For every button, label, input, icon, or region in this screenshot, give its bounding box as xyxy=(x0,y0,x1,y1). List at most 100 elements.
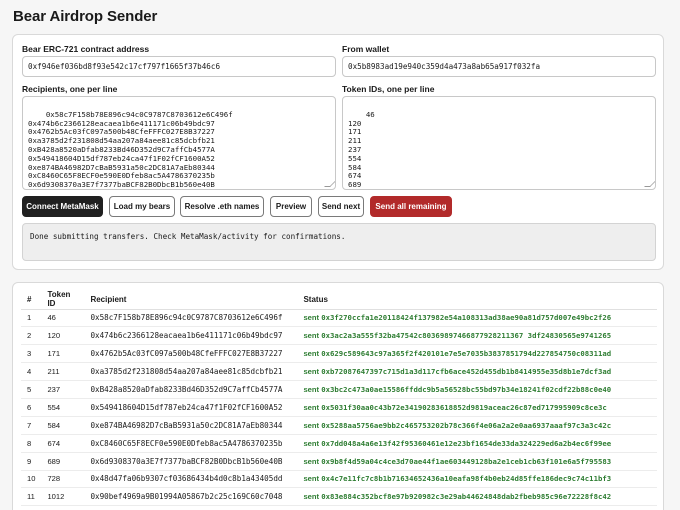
row-status: sent 0x83e884c352bcf8e97b920982c3e29ab44… xyxy=(297,487,657,507)
wallet-label: From wallet xyxy=(342,44,390,54)
row-status: sent 0x7dd048a4a6e13f42f95360461e12e23bf… xyxy=(297,434,657,453)
recipients-label: Recipients, one per line xyxy=(22,84,118,94)
status-tx-hash: 0x3f270ccfa1e20118424f137982e54a108313ad… xyxy=(321,313,612,323)
row-index: 4 xyxy=(21,362,42,382)
token-ids-text: 46 120 171 211 237 554 584 674 689 728 1… xyxy=(348,109,375,190)
token-ids-label: Token IDs, one per line xyxy=(342,84,435,94)
status-tx-hash: 0x9b8f4d59a04c4ce3d70ae44f1ae603449128ba… xyxy=(321,456,612,466)
table-row: 11 1012 0x90bef4969a9B01994A05867b2c25c169… xyxy=(21,487,657,507)
page-title: Bear Airdrop Sender xyxy=(13,8,158,25)
row-recipient: 0x474b6c2366128eacaea1b6e411171c06b49bdc… xyxy=(84,326,298,346)
preview-button[interactable]: Preview xyxy=(270,196,312,217)
row-index: 3 xyxy=(21,344,42,364)
status-tx-hash: 0x629c589643c97a365f2f420101e7e5e7035b38… xyxy=(321,349,612,359)
row-recipient: 0x6d9308370a3E7f7377baBCF82B0DbcB1b560e4… xyxy=(84,452,298,471)
status-state: sent xyxy=(303,313,320,323)
row-recipient: 0x90bef4969a9B01994A05867b2c25c169C60c70… xyxy=(84,487,298,507)
status-tx-hash: 0x5031f30aa0c43b72e34190283618852d9819ac… xyxy=(321,402,607,412)
row-index: 5 xyxy=(21,380,42,399)
row-token-id: 584 xyxy=(41,416,85,435)
row-status: sent 0x3ac2a3a555f32ba47542c803698974668… xyxy=(297,326,657,346)
row-index: 6 xyxy=(21,398,42,417)
row-status: sent 0x3bc2c473a0ae15586ffddc9b5a56528bc… xyxy=(297,380,657,399)
row-status: sent 0x9b8f4d59a04c4ce3d70ae44f1ae603449… xyxy=(297,452,657,471)
table-row: 10 728 0x48d47fa06b9307cf03686434b4d0c8b1a… xyxy=(21,470,657,489)
row-status: sent 0x5031f30aa0c43b72e34190283618852d9… xyxy=(297,398,657,417)
status-state: sent xyxy=(303,438,320,448)
row-token-id: 211 xyxy=(41,362,85,382)
transfers-card: # Token ID Recipient Status 1 46 0x58c7F15… xyxy=(12,282,664,510)
resolve-eth-names-button[interactable]: Resolve .eth names xyxy=(180,196,264,217)
row-token-id: 1012 xyxy=(41,487,85,507)
row-token-id: 46 xyxy=(41,309,85,328)
column-header-token-id: Token ID xyxy=(41,290,85,310)
row-index: 9 xyxy=(21,452,42,471)
row-status: sent 0x5288aa5756ae9bb2c465753202b78c366… xyxy=(297,416,657,435)
resize-handle-icon[interactable] xyxy=(324,181,335,187)
column-header-status: Status xyxy=(297,290,657,310)
connect-metamask-button[interactable]: Connect MetaMask xyxy=(22,196,103,217)
row-token-id: 674 xyxy=(41,434,85,453)
row-recipient: 0xa3785d2f231808d54aa207a84aee81c85dcbfb… xyxy=(84,362,298,382)
status-state: sent xyxy=(303,331,320,341)
row-index: 1 xyxy=(21,309,42,328)
row-status: sent 0x4c7e11fc7c8b1b71634652436a10eafa9… xyxy=(297,470,657,489)
status-state: sent xyxy=(303,367,320,377)
token-ids-textarea[interactable]: 46 120 171 211 237 554 584 674 689 728 1… xyxy=(342,96,656,190)
status-state: sent xyxy=(303,492,320,502)
contract-address-input[interactable]: 0xf946ef036bd8f93e542c17cf797f1665f37b46… xyxy=(22,56,336,77)
row-index: 2 xyxy=(21,326,42,346)
row-token-id: 171 xyxy=(41,344,85,364)
table-row: 9 689 0x6d9308370a3E7f7377baBCF82B0DbcB1b5… xyxy=(21,452,657,471)
table-row: 7 584 0xe874BA46982D7cBaB5931a50c2DC81A7aE… xyxy=(21,416,657,435)
row-token-id: 728 xyxy=(41,470,85,489)
load-my-bears-button[interactable]: Load my bears xyxy=(109,196,175,217)
status-tx-hash: 0x5288aa5756ae9bb2c465753202b78c366f4e06… xyxy=(321,420,612,430)
row-recipient: 0xe874BA46982D7cBaB5931a50c2DC81A7aEb803… xyxy=(84,416,298,435)
table-row: 2 120 0x474b6c2366128eacaea1b6e411171c06b4… xyxy=(21,326,657,346)
table-row: 3 171 0x4762b5Ac03fC097a500b48CfeFFFC027E8… xyxy=(21,344,657,364)
status-state: sent xyxy=(303,474,320,484)
status-state: sent xyxy=(303,349,320,359)
row-token-id: 689 xyxy=(41,452,85,471)
row-token-id: 237 xyxy=(41,380,85,399)
send-next-button[interactable]: Send next xyxy=(318,196,364,217)
status-tx-hash: 0x7dd048a4a6e13f42f95360461e12e23bf1654d… xyxy=(321,438,612,448)
status-state: sent xyxy=(303,420,320,430)
status-log: Done submitting transfers. Check MetaMas… xyxy=(22,223,656,261)
row-recipient: 0xC8460C65F8ECF0e590E0Dfeb8ac5A478637023… xyxy=(84,434,298,453)
table-row: 4 211 0xa3785d2f231808d54aa207a84aee81c85d… xyxy=(21,362,657,382)
row-status: sent 0x3f270ccfa1e20118424f137982e54a108… xyxy=(297,309,657,328)
row-recipient: 0x4762b5Ac03fC097a500b48CfeFFFC027E8B372… xyxy=(84,344,298,364)
column-header-index: # xyxy=(21,290,42,310)
transfers-table: # Token ID Recipient Status 1 46 0x58c7F15… xyxy=(21,290,657,507)
status-tx-hash: 0x3ac2a3a555f32ba47542c80369897466877928… xyxy=(321,331,612,341)
recipients-textarea[interactable]: 0x58c7F158b78E896c94c0C9787C8703612e6C49… xyxy=(22,96,336,190)
status-tx-hash: 0x3bc2c473a0ae15586ffddc9b5a56528bc55bd9… xyxy=(321,385,612,394)
row-recipient: 0x48d47fa06b9307cf03686434b4d0c8b1a43405… xyxy=(84,470,298,489)
status-tx-hash: 0x83e884c352bcf8e97b920982c3e29ab4462484… xyxy=(321,492,612,502)
row-index: 7 xyxy=(21,416,42,435)
row-status: sent 0x629c589643c97a365f2f420101e7e5e70… xyxy=(297,344,657,364)
from-wallet-input[interactable]: 0x5b8983ad19e940c359d4a473a8ab65a917f032… xyxy=(342,56,656,77)
row-recipient: 0x549418604D15df787eb24ca47f1F02fCF1600A… xyxy=(84,398,298,417)
table-row: 1 46 0x58c7F158b78E896c94c0C9787C8703612e6… xyxy=(21,309,657,328)
row-token-id: 120 xyxy=(41,326,85,346)
column-header-recipient: Recipient xyxy=(84,290,298,310)
row-token-id: 554 xyxy=(41,398,85,417)
status-log-text: Done submitting transfers. Check MetaMas… xyxy=(30,232,346,241)
table-row: 8 674 0xC8460C65F8ECF0e590E0Dfeb8ac5A47863… xyxy=(21,434,657,453)
contract-label: Bear ERC-721 contract address xyxy=(22,44,150,54)
row-index: 10 xyxy=(21,470,42,489)
status-state: sent xyxy=(303,402,320,412)
send-all-remaining-button[interactable]: Send all remaining xyxy=(370,196,452,217)
row-status: sent 0xb72087647397c715d1a3d117cfb6ace45… xyxy=(297,362,657,382)
table-row: 5 237 0xB428a8520aDfab8233Bd46D352d9C7affC… xyxy=(21,380,657,399)
transfers-table-body: 1 46 0x58c7F158b78E896c94c0C9787C8703612e6… xyxy=(21,309,657,507)
sender-form-card: Bear ERC-721 contract address 0xf946ef03… xyxy=(12,34,664,270)
row-index: 8 xyxy=(21,434,42,453)
row-recipient: 0x58c7F158b78E896c94c0C9787C8703612e6C49… xyxy=(84,309,298,328)
status-state: sent xyxy=(303,456,320,466)
resize-handle-icon[interactable] xyxy=(644,181,655,187)
row-recipient: 0xB428a8520aDfab8233Bd46D352d9C7affCb457… xyxy=(84,380,298,399)
